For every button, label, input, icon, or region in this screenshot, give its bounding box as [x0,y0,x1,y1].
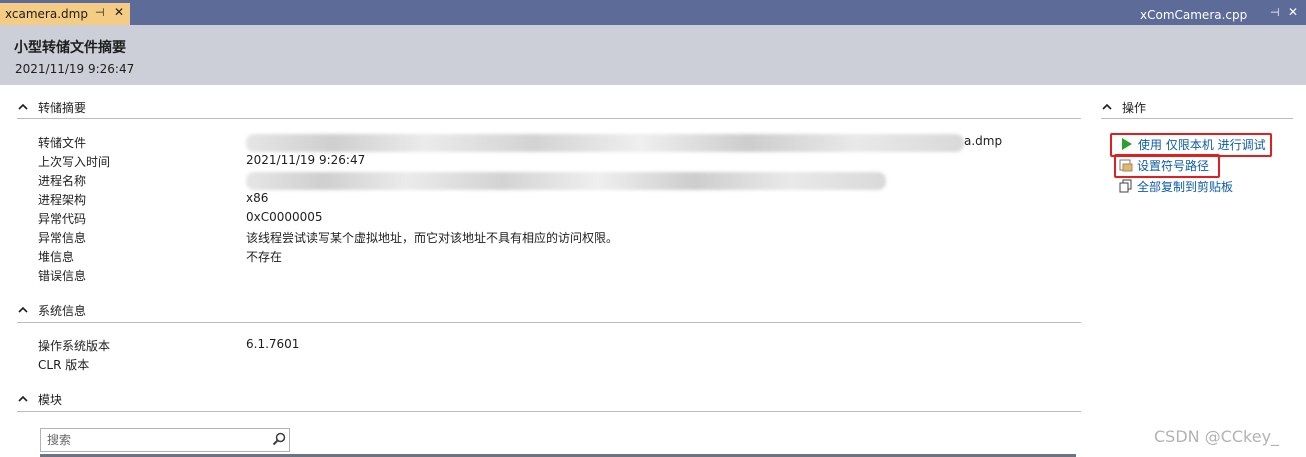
chevron-up-icon[interactable] [1101,101,1113,113]
field-label: CLR 版本 [38,358,90,372]
section-header-modules[interactable]: 模块 [17,390,62,408]
section-divider [1101,118,1293,119]
section-header-actions[interactable]: 操作 [1101,98,1146,116]
tab-label: xComCamera.cpp [1140,8,1248,22]
section-title: 转储摘要 [38,100,87,115]
field-label: 进程架构 [38,193,87,207]
play-icon [1120,137,1134,151]
folder-icon [1119,158,1133,172]
section-title: 模块 [38,392,63,407]
page-header: 小型转储文件摘要 2021/11/19 9:26:47 [0,25,1306,85]
section-title: 操作 [1122,100,1147,115]
field-value: 2021/11/19 9:26:47 [246,153,366,167]
field-value: 6.1.7601 [246,337,300,351]
module-search-box[interactable] [40,428,290,452]
tab-label: xcamera.dmp [5,7,88,21]
field-label: 堆信息 [38,250,75,264]
field-label: 异常信息 [38,231,87,245]
close-icon[interactable]: ✕ [1288,5,1298,19]
action-set-symbol-path[interactable]: 设置符号路径 [1119,156,1209,174]
pin-icon[interactable]: ⊣ [95,6,105,19]
redacted-path [246,134,964,152]
field-value: x86 [246,191,269,205]
section-header-system-info[interactable]: 系统信息 [17,301,86,319]
tab-xcamera-dmp[interactable]: xcamera.dmp ⊣ ✕ [0,3,130,25]
document-tab-bar: xcamera.dmp ⊣ ✕ xComCamera.cpp ⊣ ✕ [0,0,1306,25]
field-label: 异常代码 [38,212,87,226]
redacted-process-name [246,172,886,190]
pin-icon[interactable]: ⊣ [1270,6,1280,19]
field-value[interactable]: a.dmp [964,134,1002,152]
action-label: 使用 仅限本机 进行调试 [1138,137,1266,152]
watermark: CSDN @CCkey_ [1154,427,1280,446]
field-value: 0xC0000005 [246,210,323,224]
field-label: 操作系统版本 [38,339,111,353]
chevron-up-icon[interactable] [17,304,29,316]
section-divider [17,322,1081,323]
action-label: 全部复制到剪贴板 [1137,179,1234,194]
field-value: 该线程尝试读写某个虚拟地址，而它对该地址不具有相应的访问权限。 [246,231,619,245]
search-icon[interactable] [272,432,286,449]
tab-xcomcamera-cpp[interactable]: xComCamera.cpp ⊣ ✕ [1134,5,1306,25]
action-copy-all-to-clipboard[interactable]: 全部复制到剪贴板 [1119,177,1233,195]
action-debug-native-only[interactable]: 使用 仅限本机 进行调试 [1120,135,1266,153]
chevron-up-icon[interactable] [17,393,29,405]
section-title: 系统信息 [38,303,87,318]
field-label: 上次写入时间 [38,155,111,169]
search-input[interactable] [45,429,269,451]
action-label: 设置符号路径 [1137,158,1210,173]
section-divider [17,118,1081,119]
field-label: 进程名称 [38,174,87,188]
page-timestamp: 2021/11/19 9:26:47 [15,62,135,76]
field-value: 不存在 [246,250,283,264]
chevron-up-icon[interactable] [17,101,29,113]
section-header-dump-summary[interactable]: 转储摘要 [17,98,86,116]
page-title: 小型转储文件摘要 [14,40,126,56]
field-label: 错误信息 [38,269,87,283]
field-label: 转储文件 [38,136,87,150]
close-icon[interactable]: ✕ [114,5,124,19]
section-divider [17,411,1081,412]
copy-icon [1119,179,1133,193]
